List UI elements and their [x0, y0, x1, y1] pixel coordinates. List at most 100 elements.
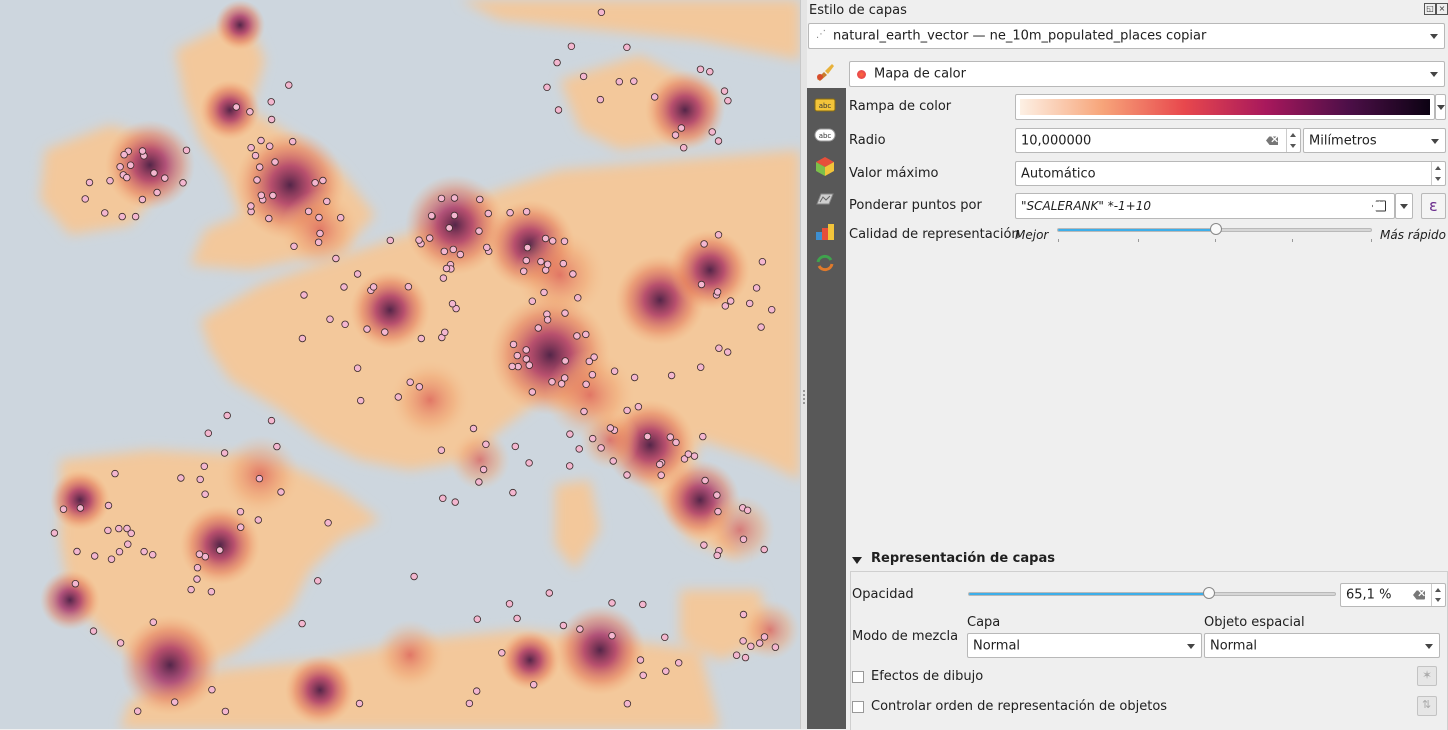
- place-point: [720, 87, 729, 95]
- expression-builder-button[interactable]: ε: [1421, 193, 1446, 219]
- weight-field-dropdown[interactable]: [1395, 193, 1413, 219]
- max-value-label: Valor máximo: [849, 166, 939, 181]
- radius-spinner[interactable]: [1286, 129, 1300, 152]
- place-point: [150, 169, 158, 177]
- 3d-view-icon[interactable]: [814, 155, 836, 177]
- place-point: [671, 131, 680, 139]
- color-ramp-label: Rampa de color: [849, 99, 952, 114]
- place-point: [140, 547, 148, 556]
- place-point: [273, 442, 281, 451]
- quality-slider[interactable]: [1057, 223, 1372, 242]
- layer-rendering-header[interactable]: Representación de capas: [871, 551, 1055, 566]
- labels-icon[interactable]: abc: [814, 94, 836, 116]
- clear-opacity-icon[interactable]: [1413, 590, 1425, 600]
- heatmap-view[interactable]: [0, 0, 800, 729]
- place-point: [124, 540, 132, 548]
- float-panel-button[interactable]: ◱: [1424, 3, 1436, 15]
- opacity-spinner[interactable]: [1431, 584, 1445, 606]
- quality-slider-handle[interactable]: [1209, 223, 1222, 235]
- place-point: [714, 231, 723, 239]
- place-point: [267, 98, 275, 106]
- place-point: [756, 639, 764, 647]
- place-point: [639, 671, 647, 679]
- max-value-spinner[interactable]: [1431, 162, 1445, 185]
- place-point: [768, 306, 776, 314]
- place-point: [623, 471, 631, 479]
- place-point: [634, 403, 643, 411]
- place-point: [585, 357, 593, 366]
- place-point: [439, 274, 448, 282]
- layer-blend-select[interactable]: Normal: [967, 633, 1202, 658]
- place-point: [608, 599, 616, 607]
- opacity-input[interactable]: 65,1 %: [1340, 583, 1446, 607]
- place-point: [115, 548, 124, 556]
- collapse-arrow-icon[interactable]: [852, 555, 862, 565]
- place-point: [540, 288, 548, 297]
- place-point: [440, 247, 448, 256]
- place-point: [643, 432, 652, 441]
- place-point: [724, 96, 732, 105]
- layer-blend-label: Capa: [967, 615, 1001, 630]
- feature-blend-select[interactable]: Normal: [1204, 633, 1440, 658]
- place-point: [557, 380, 566, 388]
- place-point: [153, 188, 161, 197]
- control-order-checkbox[interactable]: [852, 701, 864, 713]
- place-point: [651, 93, 659, 101]
- place-point: [236, 523, 245, 531]
- place-point: [482, 440, 490, 448]
- place-point: [746, 299, 754, 308]
- place-point: [200, 462, 208, 470]
- radius-input[interactable]: 10,000000: [1015, 128, 1301, 153]
- place-point: [285, 81, 293, 89]
- diagrams-icon[interactable]: [814, 188, 836, 210]
- place-point: [662, 667, 670, 675]
- place-point: [513, 614, 521, 623]
- close-panel-button[interactable]: ×: [1436, 3, 1448, 15]
- place-point: [508, 362, 516, 371]
- rendering-icon[interactable]: [814, 220, 836, 242]
- place-point: [589, 434, 597, 443]
- place-point: [708, 128, 716, 136]
- place-point: [721, 302, 729, 310]
- weight-expression-value: "SCALERANK" *-1+10: [1021, 199, 1152, 213]
- place-point: [699, 432, 707, 441]
- place-point: [505, 600, 514, 608]
- place-point: [771, 643, 780, 651]
- radius-unit-select[interactable]: Milímetros: [1303, 128, 1446, 153]
- place-point: [697, 280, 706, 289]
- place-point: [369, 283, 378, 291]
- layer-select[interactable]: ⋰ natural_earth_vector — ne_10m_populate…: [808, 23, 1445, 49]
- place-point: [131, 212, 140, 221]
- color-ramp-dropdown[interactable]: [1435, 94, 1446, 120]
- opacity-slider[interactable]: [968, 587, 1336, 599]
- masks-icon[interactable]: abc: [814, 124, 836, 146]
- place-point: [548, 378, 556, 386]
- place-point: [724, 348, 732, 356]
- place-point: [677, 124, 686, 132]
- renderer-select[interactable]: Mapa de calor: [849, 61, 1445, 87]
- map-canvas[interactable]: [0, 0, 800, 729]
- place-point: [509, 340, 518, 349]
- clear-weight-icon[interactable]: [1372, 200, 1386, 212]
- place-point: [246, 108, 254, 116]
- control-order-button[interactable]: ⇅: [1417, 696, 1437, 716]
- history-icon[interactable]: [814, 252, 836, 274]
- place-point: [543, 316, 552, 324]
- draw-effects-button[interactable]: ✶: [1417, 666, 1437, 686]
- place-point: [277, 488, 285, 496]
- place-point: [559, 621, 568, 630]
- draw-effects-checkbox[interactable]: [852, 671, 864, 683]
- place-point: [739, 637, 747, 645]
- place-point: [522, 256, 530, 265]
- place-point: [126, 161, 135, 169]
- place-point: [713, 491, 721, 499]
- symbology-tab[interactable]: [807, 56, 846, 88]
- weight-expression-input[interactable]: "SCALERANK" *-1+10: [1015, 193, 1395, 219]
- color-ramp-button[interactable]: [1015, 94, 1435, 120]
- max-value-input[interactable]: Automático: [1015, 161, 1446, 186]
- opacity-slider-handle[interactable]: [1202, 587, 1215, 599]
- clear-radius-icon[interactable]: [1266, 136, 1278, 145]
- star-icon: ✶: [1422, 668, 1433, 682]
- quality-fast-label: Más rápido: [1380, 228, 1446, 242]
- place-point: [465, 699, 474, 708]
